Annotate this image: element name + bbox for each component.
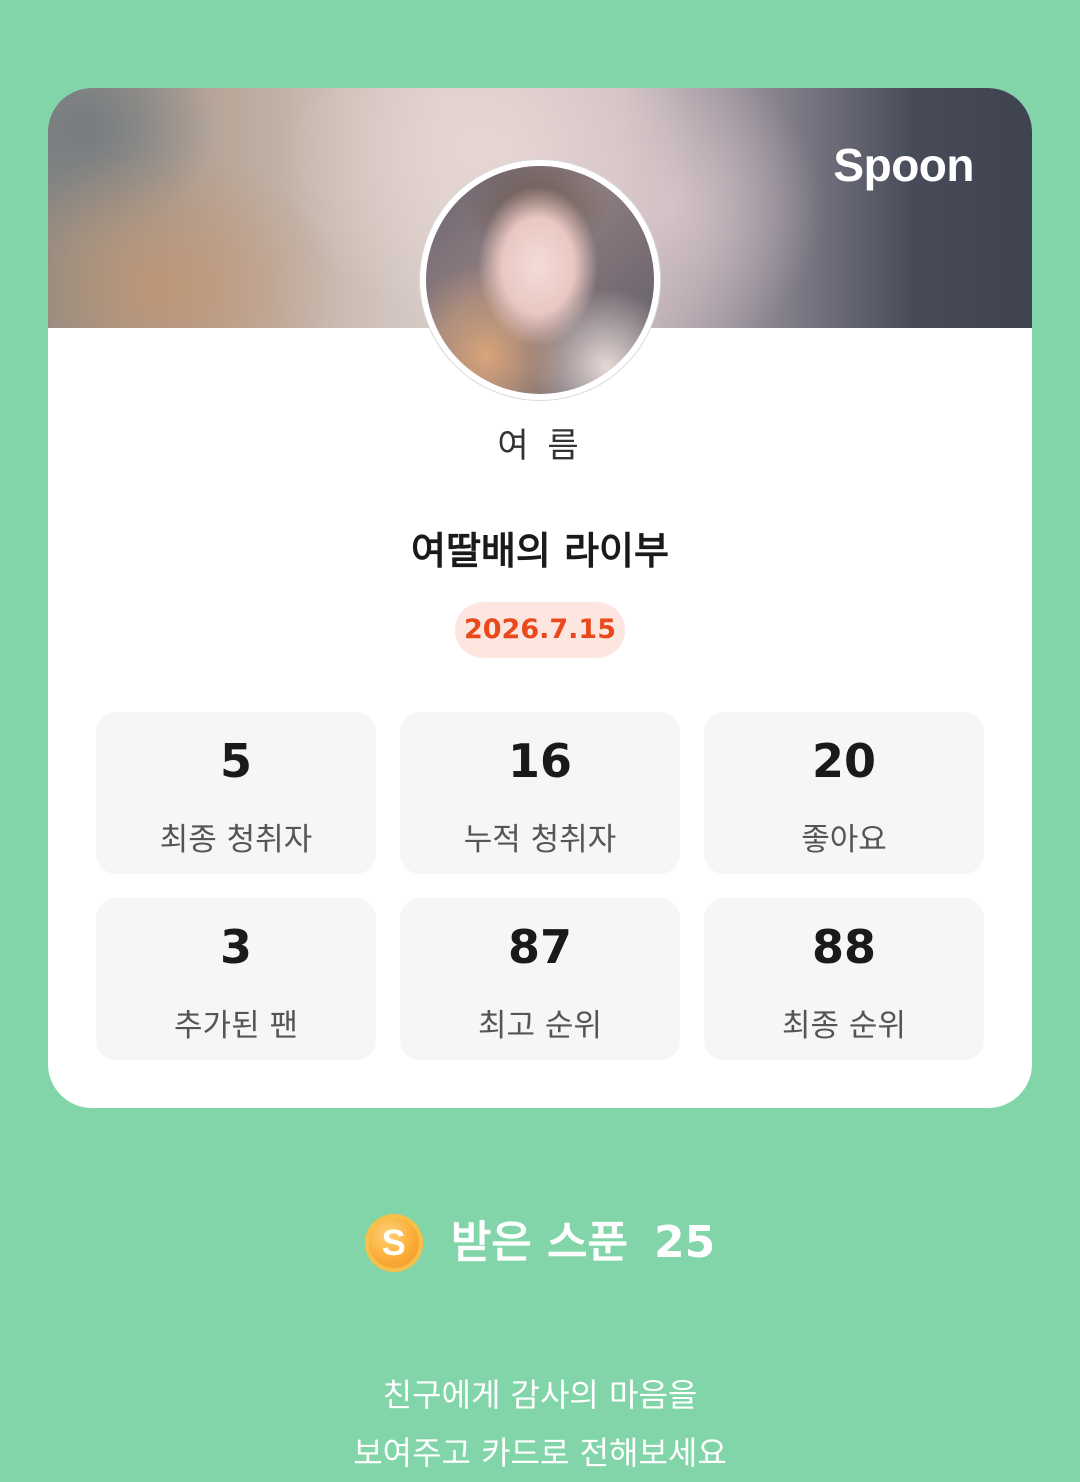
- live-summary-card: Spoon 여 름 여딸배의 라이부 2026.7.15 5 최종 청취자 16…: [48, 88, 1032, 1108]
- stat-value: 87: [507, 920, 572, 974]
- stat-best-rank: 87 최고 순위: [400, 898, 680, 1060]
- stat-label: 좋아요: [801, 822, 887, 858]
- stat-final-rank: 88 최종 순위: [704, 898, 984, 1060]
- stat-value: 16: [507, 734, 572, 788]
- stat-label: 누적 청취자: [463, 822, 617, 858]
- nickname: 여 름: [497, 426, 583, 466]
- stat-total-listeners: 16 누적 청취자: [400, 712, 680, 874]
- stat-value: 3: [219, 920, 252, 974]
- spoon-coin-icon: S: [364, 1213, 423, 1272]
- share-message: 친구에게 감사의 마음을 보여주고 카드로 전해보세요: [0, 1366, 1080, 1482]
- stat-likes: 20 좋아요: [704, 712, 984, 874]
- stat-new-fans: 3 추가된 팬: [96, 898, 376, 1060]
- received-spoons-count: 25: [654, 1216, 716, 1268]
- stat-final-listeners: 5 최종 청취자: [96, 712, 376, 874]
- live-date-badge: 2026.7.15: [455, 602, 625, 658]
- received-spoons: S 받은 스푼 25: [0, 1210, 1080, 1274]
- stat-label: 최고 순위: [478, 1008, 602, 1044]
- stat-value: 5: [219, 734, 252, 788]
- stat-value: 88: [811, 920, 876, 974]
- stat-value: 20: [811, 734, 876, 788]
- spoon-logo: Spoon: [833, 139, 974, 191]
- stat-label: 최종 청취자: [159, 822, 313, 858]
- avatar: [420, 160, 660, 400]
- received-spoons-label: 받은 스푼: [450, 1216, 628, 1268]
- stat-label: 추가된 팬: [174, 1008, 298, 1044]
- profile-photo: [426, 166, 654, 394]
- live-title: 여딸배의 라이부: [411, 529, 669, 573]
- stat-label: 최종 순위: [782, 1008, 906, 1044]
- share-message-line-1: 친구에게 감사의 마음을: [382, 1376, 698, 1414]
- share-message-line-2: 보여주고 카드로 전해보세요: [353, 1434, 727, 1472]
